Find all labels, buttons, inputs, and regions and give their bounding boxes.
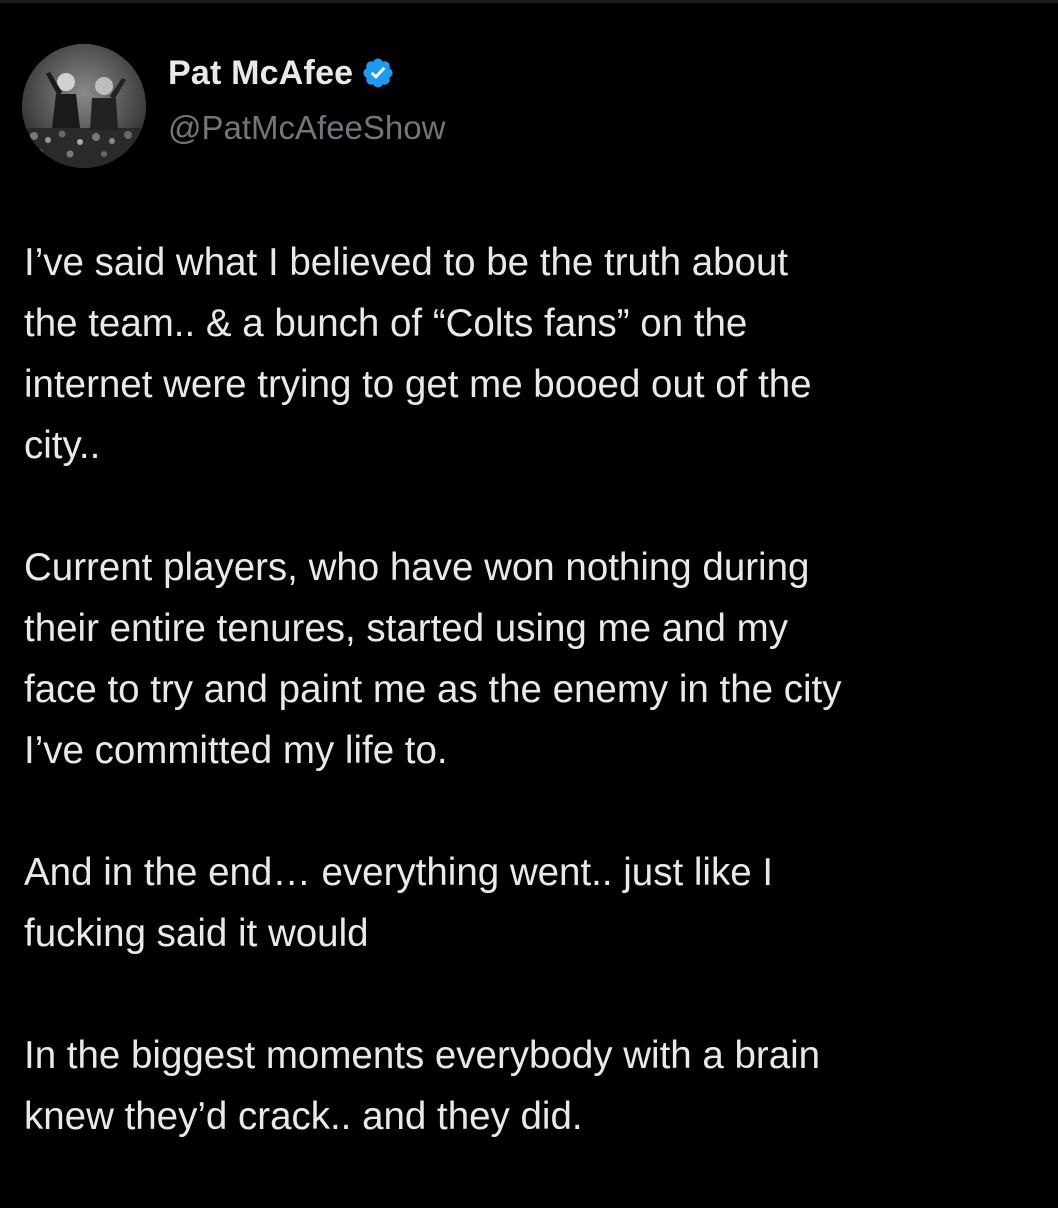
avatar[interactable]: [22, 44, 146, 168]
handle[interactable]: @PatMcAfeeShow: [168, 106, 445, 150]
display-name[interactable]: Pat McAfee: [168, 48, 353, 98]
tweet-text: I’ve said what I believed to be the trut…: [24, 232, 1034, 1208]
tweet-author: Pat McAfee @PatMcAfeeShow: [168, 48, 445, 150]
tweet-paragraph: Current players, who have won nothing du…: [24, 546, 842, 772]
avatar-photo-icon: [22, 44, 146, 168]
verified-badge-icon: [361, 56, 395, 90]
name-row: Pat McAfee: [168, 48, 445, 98]
tweet-paragraph: I’ve said what I believed to be the trut…: [24, 241, 812, 467]
tweet-paragraph: And in the end… everything went.. just l…: [24, 851, 774, 955]
tweet-paragraph: In the biggest moments everybody with a …: [24, 1034, 821, 1138]
top-edge: [0, 0, 1058, 3]
